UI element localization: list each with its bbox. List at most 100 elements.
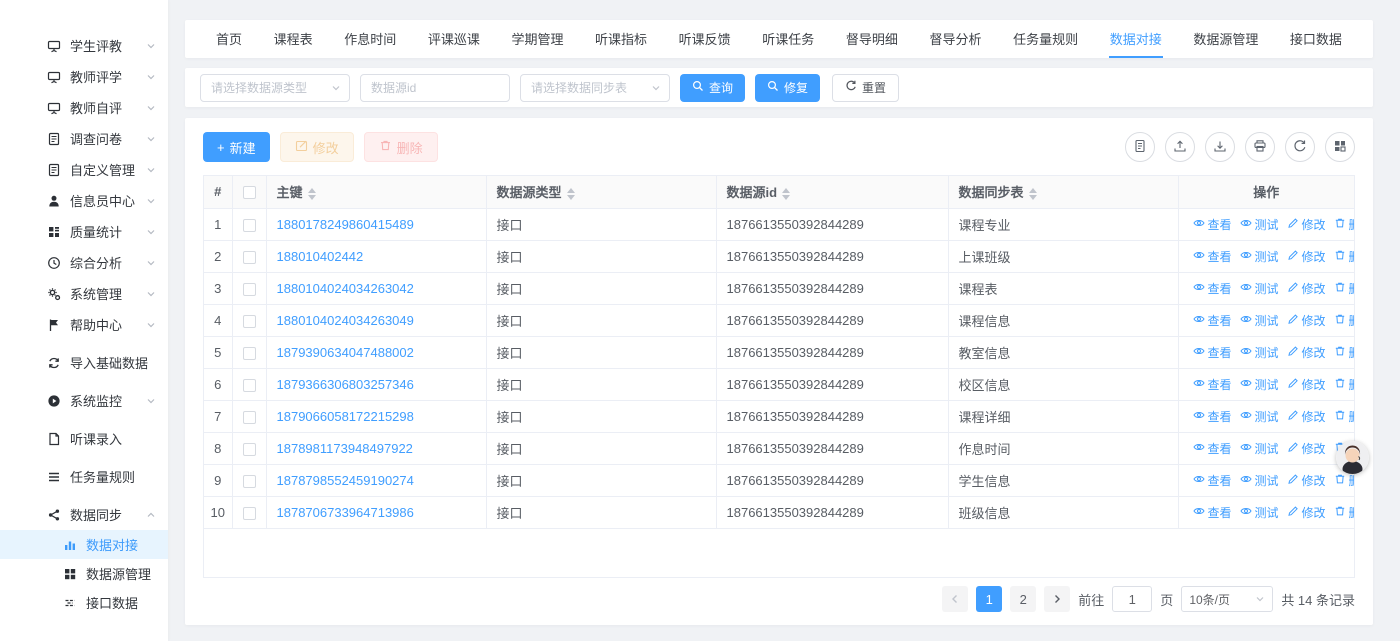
row-pk-link[interactable]: 1879066058172215298 xyxy=(277,409,414,424)
upload-button[interactable] xyxy=(1165,132,1195,162)
page-button-1[interactable]: 1 xyxy=(976,586,1002,612)
tab-9[interactable]: 督导分析 xyxy=(928,20,982,58)
row-action-test[interactable]: 测试 xyxy=(1240,248,1279,265)
next-page-button[interactable] xyxy=(1044,586,1070,612)
row-checkbox-cell[interactable] xyxy=(232,432,266,464)
tab-0[interactable]: 首页 xyxy=(215,20,243,58)
row-action-modify[interactable]: 修改 xyxy=(1287,472,1326,489)
row-action-test[interactable]: 测试 xyxy=(1240,440,1279,457)
sidebar-item-4[interactable]: 自定义管理 xyxy=(0,154,168,185)
tab-7[interactable]: 听课任务 xyxy=(761,20,815,58)
sidebar-item-17[interactable]: 接口数据 xyxy=(0,588,168,617)
row-action-modify[interactable]: 修改 xyxy=(1287,312,1326,329)
sidebar-item-3[interactable]: 调查问卷 xyxy=(0,123,168,154)
row-action-test[interactable]: 测试 xyxy=(1240,344,1279,361)
row-action-delete[interactable]: 删除 xyxy=(1334,344,1354,361)
tab-10[interactable]: 任务量规则 xyxy=(1012,20,1079,58)
sidebar-item-8[interactable]: 系统管理 xyxy=(0,278,168,309)
tab-8[interactable]: 督导明细 xyxy=(845,20,899,58)
row-action-delete[interactable]: 删除 xyxy=(1334,376,1354,393)
header-sync-table[interactable]: 数据同步表 xyxy=(948,176,1178,208)
sidebar-item-16[interactable]: 数据源管理 xyxy=(0,559,168,588)
row-action-modify[interactable]: 修改 xyxy=(1287,440,1326,457)
row-checkbox[interactable] xyxy=(243,315,256,328)
source-id-input[interactable] xyxy=(360,74,510,102)
sidebar-item-12[interactable]: 听课录入 xyxy=(0,423,168,454)
row-checkbox-cell[interactable] xyxy=(232,304,266,336)
sidebar-item-1[interactable]: 教师评学 xyxy=(0,61,168,92)
row-pk-link[interactable]: 188010402442 xyxy=(277,249,364,264)
row-action-test[interactable]: 测试 xyxy=(1240,280,1279,297)
header-pk[interactable]: 主键 xyxy=(266,176,486,208)
tab-5[interactable]: 听课指标 xyxy=(594,20,648,58)
select-all-checkbox[interactable] xyxy=(243,186,256,199)
repair-button[interactable]: 修复 xyxy=(755,74,820,102)
row-checkbox[interactable] xyxy=(243,379,256,392)
row-action-modify[interactable]: 修改 xyxy=(1287,344,1326,361)
prev-page-button[interactable] xyxy=(942,586,968,612)
row-checkbox[interactable] xyxy=(243,347,256,360)
sidebar-item-14[interactable]: 数据同步 xyxy=(0,499,168,530)
assistant-avatar[interactable] xyxy=(1336,441,1369,474)
row-checkbox[interactable] xyxy=(243,411,256,424)
row-action-test[interactable]: 测试 xyxy=(1240,376,1279,393)
sidebar-item-13[interactable]: 任务量规则 xyxy=(0,461,168,492)
row-pk-link[interactable]: 1880104024034263049 xyxy=(277,313,414,328)
row-action-view[interactable]: 查看 xyxy=(1193,440,1232,457)
row-action-delete[interactable]: 删除 xyxy=(1334,504,1354,521)
row-checkbox[interactable] xyxy=(243,507,256,520)
row-action-modify[interactable]: 修改 xyxy=(1287,504,1326,521)
row-action-view[interactable]: 查看 xyxy=(1193,248,1232,265)
row-action-modify[interactable]: 修改 xyxy=(1287,216,1326,233)
row-checkbox-cell[interactable] xyxy=(232,496,266,528)
row-action-delete[interactable]: 删除 xyxy=(1334,312,1354,329)
layout-button[interactable] xyxy=(1325,132,1355,162)
row-action-modify[interactable]: 修改 xyxy=(1287,248,1326,265)
sidebar-item-0[interactable]: 学生评教 xyxy=(0,30,168,61)
modify-button[interactable]: 修改 xyxy=(280,132,354,162)
row-checkbox[interactable] xyxy=(243,251,256,264)
row-checkbox[interactable] xyxy=(243,283,256,296)
tab-11[interactable]: 数据对接 xyxy=(1109,20,1163,58)
sort-carets-icon[interactable] xyxy=(782,188,790,200)
row-action-delete[interactable]: 删除 xyxy=(1334,248,1354,265)
tab-3[interactable]: 评课巡课 xyxy=(427,20,481,58)
sidebar-item-9[interactable]: 帮助中心 xyxy=(0,309,168,340)
row-pk-link[interactable]: 1879390634047488002 xyxy=(277,345,414,360)
row-action-delete[interactable]: 删除 xyxy=(1334,472,1354,489)
row-action-test[interactable]: 测试 xyxy=(1240,504,1279,521)
sort-carets-icon[interactable] xyxy=(1029,188,1037,200)
tab-13[interactable]: 接口数据 xyxy=(1289,20,1343,58)
row-action-view[interactable]: 查看 xyxy=(1193,312,1232,329)
query-button[interactable]: 查询 xyxy=(680,74,745,102)
sidebar-item-5[interactable]: 信息员中心 xyxy=(0,185,168,216)
row-action-modify[interactable]: 修改 xyxy=(1287,280,1326,297)
row-pk-link[interactable]: 1880178249860415489 xyxy=(277,217,414,232)
sync-table-select[interactable]: 请选择数据同步表 xyxy=(520,74,670,102)
row-pk-link[interactable]: 1878706733964713986 xyxy=(277,505,414,520)
row-action-view[interactable]: 查看 xyxy=(1193,504,1232,521)
header-select-all[interactable] xyxy=(232,176,266,208)
tab-2[interactable]: 作息时间 xyxy=(343,20,397,58)
row-action-test[interactable]: 测试 xyxy=(1240,408,1279,425)
create-button[interactable]: + 新建 xyxy=(203,132,270,162)
sidebar-item-2[interactable]: 教师自评 xyxy=(0,92,168,123)
refresh-button[interactable] xyxy=(1285,132,1315,162)
row-action-view[interactable]: 查看 xyxy=(1193,216,1232,233)
sort-carets-icon[interactable] xyxy=(308,188,316,200)
tab-4[interactable]: 学期管理 xyxy=(510,20,564,58)
print-button[interactable] xyxy=(1245,132,1275,162)
row-action-modify[interactable]: 修改 xyxy=(1287,376,1326,393)
sidebar-item-10[interactable]: 导入基础数据 xyxy=(0,347,168,378)
row-pk-link[interactable]: 1878981173948497922 xyxy=(277,441,413,456)
row-checkbox[interactable] xyxy=(243,475,256,488)
row-pk-link[interactable]: 1880104024034263042 xyxy=(277,281,414,296)
row-pk-link[interactable]: 1879366306803257346 xyxy=(277,377,414,392)
row-checkbox-cell[interactable] xyxy=(232,368,266,400)
sidebar-item-11[interactable]: 系统监控 xyxy=(0,385,168,416)
row-checkbox-cell[interactable] xyxy=(232,240,266,272)
row-checkbox-cell[interactable] xyxy=(232,464,266,496)
source-type-select[interactable]: 请选择数据源类型 xyxy=(200,74,350,102)
tab-12[interactable]: 数据源管理 xyxy=(1192,20,1259,58)
row-action-delete[interactable]: 删除 xyxy=(1334,216,1354,233)
